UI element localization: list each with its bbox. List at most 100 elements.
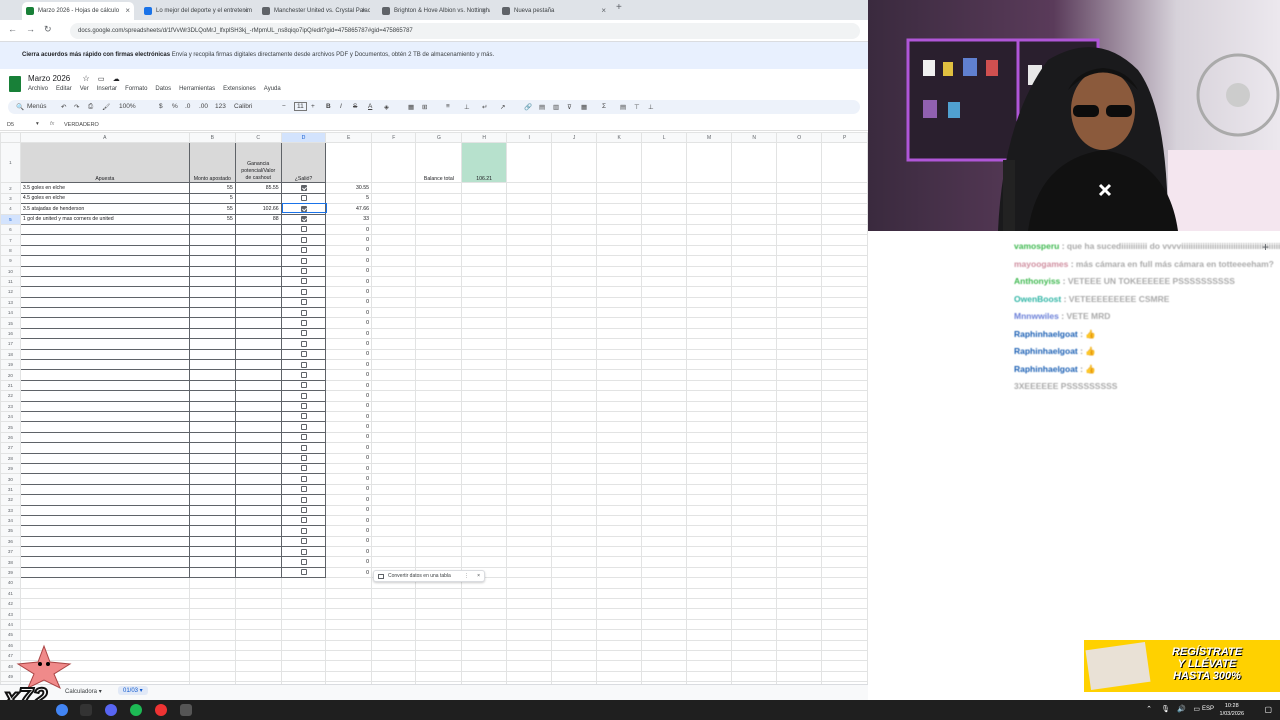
bet-result[interactable] xyxy=(280,400,327,413)
cell[interactable] xyxy=(685,452,733,464)
bet-profit[interactable]: 0 xyxy=(325,265,372,277)
cell[interactable] xyxy=(821,400,868,413)
bet-profit[interactable]: 0 xyxy=(325,473,372,485)
cell[interactable] xyxy=(551,577,597,589)
cell[interactable] xyxy=(505,577,553,589)
bet-result[interactable] xyxy=(280,504,327,516)
cell[interactable] xyxy=(19,618,190,631)
cell[interactable] xyxy=(19,494,190,506)
cell[interactable] xyxy=(505,182,553,194)
cell[interactable] xyxy=(641,442,687,454)
cell[interactable] xyxy=(551,431,597,444)
cell[interactable] xyxy=(505,608,553,620)
menu-item[interactable]: Ayuda xyxy=(264,86,281,92)
cell[interactable] xyxy=(505,535,553,548)
cell[interactable] xyxy=(325,649,372,662)
cell[interactable] xyxy=(775,649,823,662)
cell[interactable] xyxy=(641,348,687,361)
cell[interactable] xyxy=(461,286,507,298)
chat-username[interactable]: vamosperu xyxy=(1014,241,1059,251)
cell[interactable] xyxy=(19,473,190,485)
cell[interactable] xyxy=(641,213,687,225)
cell[interactable] xyxy=(234,275,282,288)
cell[interactable] xyxy=(370,431,417,444)
cell[interactable] xyxy=(685,223,733,236)
cell[interactable] xyxy=(505,546,553,558)
discord-icon[interactable] xyxy=(105,704,117,716)
cell[interactable] xyxy=(731,369,777,381)
recorder-icon[interactable] xyxy=(155,704,167,716)
bet-return[interactable] xyxy=(234,192,282,205)
close-tab-icon[interactable]: × xyxy=(243,2,248,20)
cell[interactable] xyxy=(731,234,777,246)
clock[interactable]: 10:28 1/03/2026 xyxy=(1220,702,1244,718)
cell[interactable] xyxy=(641,255,687,267)
cell[interactable] xyxy=(234,442,282,454)
cell[interactable] xyxy=(641,410,687,423)
cell[interactable] xyxy=(19,296,190,309)
cell[interactable] xyxy=(505,504,553,516)
cell[interactable] xyxy=(461,514,507,527)
cell[interactable] xyxy=(415,597,463,610)
row-header[interactable]: 42 xyxy=(0,597,21,610)
cell[interactable] xyxy=(595,203,643,215)
cell[interactable] xyxy=(821,452,868,464)
cell[interactable] xyxy=(551,494,597,506)
cell[interactable] xyxy=(234,670,282,683)
bet-return[interactable]: 85.55 xyxy=(234,182,282,194)
checkbox-unchecked[interactable] xyxy=(300,434,307,441)
cell[interactable] xyxy=(505,348,553,361)
cell[interactable] xyxy=(775,359,823,371)
cell[interactable] xyxy=(505,566,553,579)
cell[interactable] xyxy=(595,275,643,288)
row-header[interactable]: 11 xyxy=(0,275,21,288)
browser-tab-label[interactable]: Nueva pestaña xyxy=(514,8,554,14)
header-monto[interactable]: Monto apostado xyxy=(188,142,236,184)
percent-button[interactable]: % xyxy=(172,103,178,110)
cell[interactable] xyxy=(551,317,597,329)
bet-profit[interactable]: 0 xyxy=(325,379,372,392)
cell[interactable] xyxy=(551,192,597,205)
cell[interactable] xyxy=(188,452,236,464)
cell[interactable] xyxy=(280,629,327,641)
cell[interactable] xyxy=(188,525,236,537)
cloud-icon[interactable]: ☁ xyxy=(113,76,120,83)
cell[interactable] xyxy=(505,142,553,184)
cell[interactable] xyxy=(188,639,236,651)
checkbox-unchecked[interactable] xyxy=(300,403,307,410)
cell[interactable] xyxy=(505,327,553,340)
bet-profit[interactable]: 0 xyxy=(325,223,372,236)
cell[interactable] xyxy=(370,182,417,194)
cell[interactable] xyxy=(821,629,868,641)
cell[interactable] xyxy=(188,504,236,516)
font-select[interactable]: Calibri xyxy=(234,103,252,110)
column-header[interactable]: H xyxy=(461,132,507,144)
cell[interactable] xyxy=(415,400,463,413)
balance-value[interactable]: 106.21 xyxy=(461,142,507,184)
cell[interactable] xyxy=(685,317,733,329)
bet-profit[interactable]: 0 xyxy=(325,317,372,329)
cell[interactable] xyxy=(685,400,733,413)
cell[interactable] xyxy=(188,317,236,329)
cell[interactable] xyxy=(370,660,417,672)
checkbox-unchecked[interactable] xyxy=(300,319,307,326)
chat-username[interactable]: Anthonyiss xyxy=(1014,276,1060,286)
cell[interactable] xyxy=(641,494,687,506)
text-style-icon[interactable]: ⊥ xyxy=(648,103,654,111)
row-header[interactable]: 14 xyxy=(0,307,21,319)
cell[interactable] xyxy=(641,452,687,464)
cell[interactable] xyxy=(370,275,417,288)
print-icon[interactable]: ⎙ xyxy=(88,103,93,111)
row-header[interactable]: 27 xyxy=(0,442,21,454)
checkbox-unchecked[interactable] xyxy=(300,548,307,555)
cell[interactable] xyxy=(415,483,463,496)
cell[interactable] xyxy=(415,494,463,506)
cell[interactable] xyxy=(19,286,190,298)
cell[interactable] xyxy=(505,421,553,433)
cell[interactable] xyxy=(595,265,643,277)
cell[interactable] xyxy=(461,317,507,329)
close-tab-icon[interactable]: × xyxy=(481,2,486,20)
cell[interactable] xyxy=(775,234,823,246)
bet-result[interactable] xyxy=(280,379,327,392)
cell[interactable] xyxy=(415,421,463,433)
